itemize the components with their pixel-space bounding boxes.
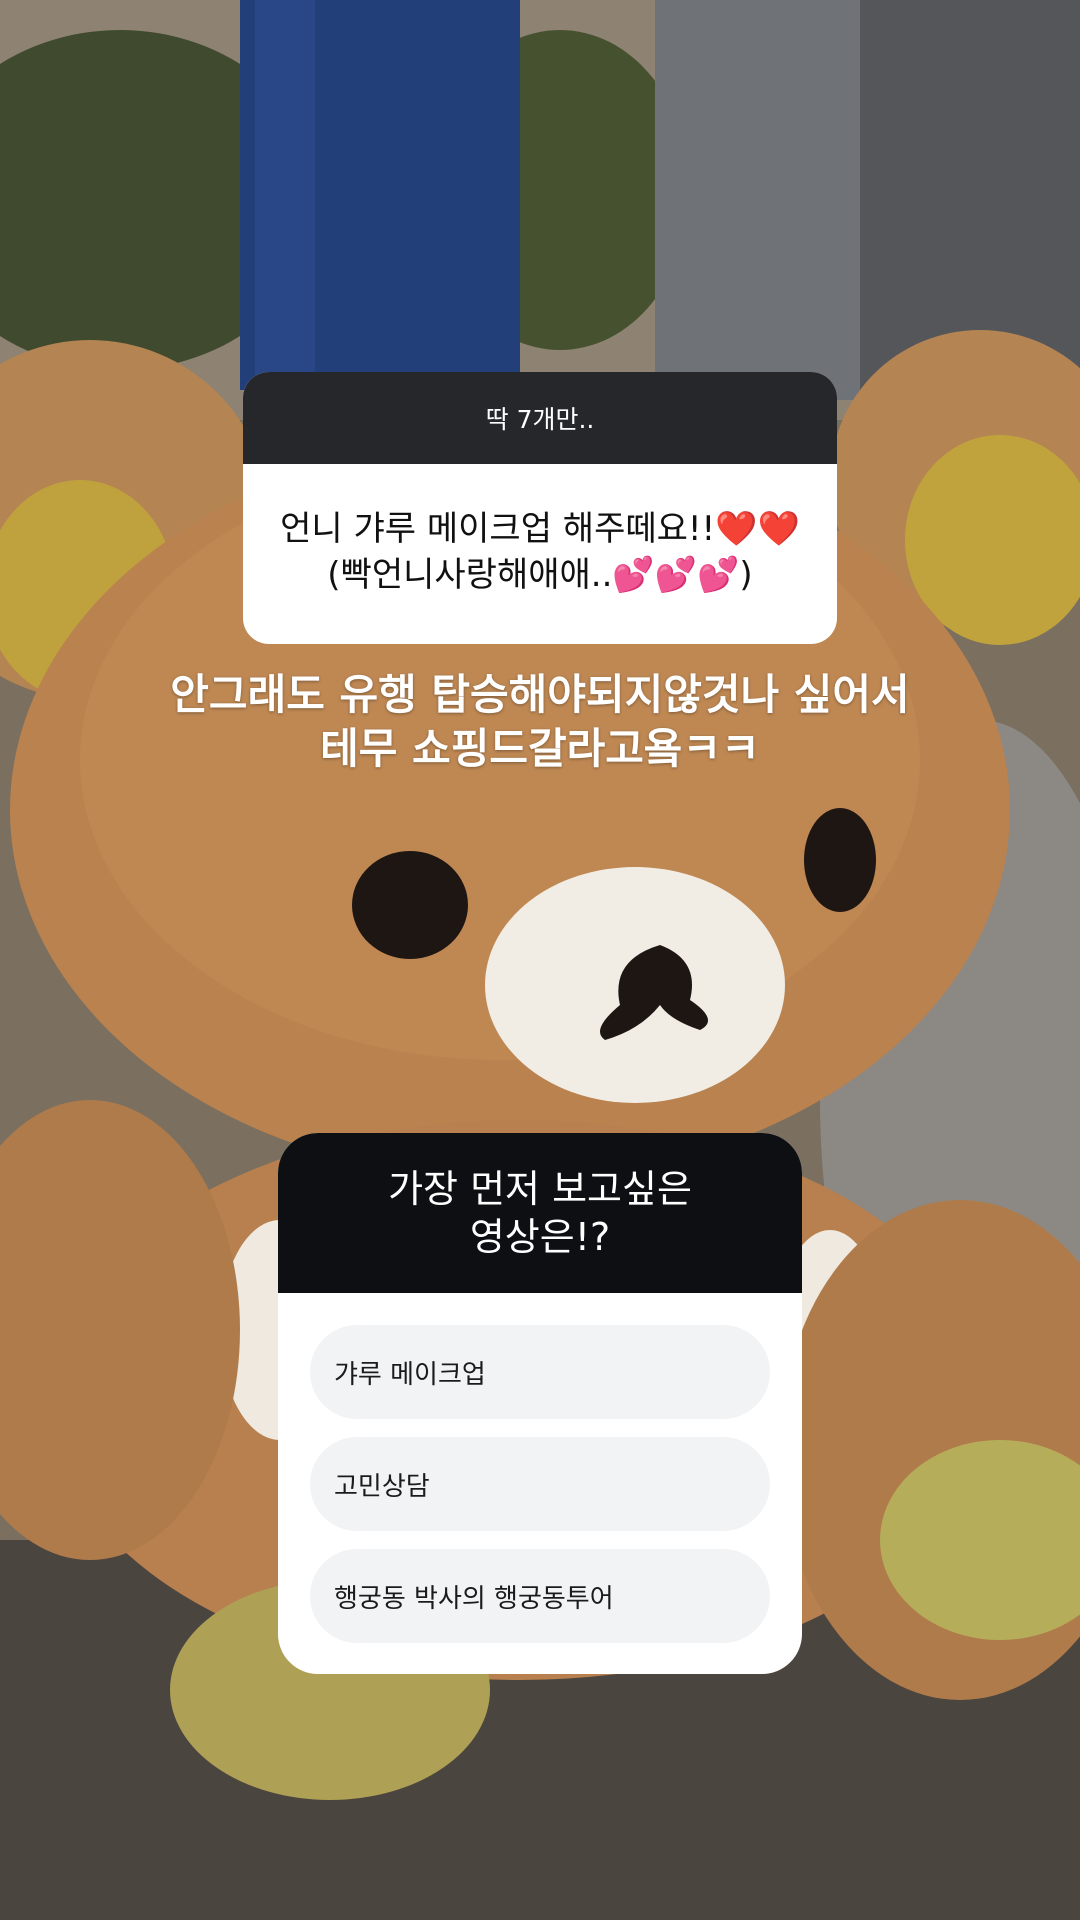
question-answer: 언니 갸루 메이크업 해주떼요!!❤️❤️ (빡언니사랑해애애..💕💕💕) [243,464,837,644]
quiz-option-label: 고민상담 [334,1471,430,1502]
question-sticker: 딱 7개만.. 언니 갸루 메이크업 해주떼요!!❤️❤️ (빡언니사랑해애애.… [243,372,837,644]
quiz-option-label: 갸루 메이크업 [334,1359,486,1390]
quiz-title-line-2: 영상은!? [469,1215,611,1259]
caption-line-2: 테무 쇼핑드갈라고욬ㅋㅋ [320,724,760,773]
question-answer-line-2: (빡언니사랑해애애..💕💕💕) [327,555,753,595]
question-prompt: 딱 7개만.. [243,372,837,464]
quiz-option-counseling[interactable]: 고민상담 [310,1437,770,1531]
quiz-sticker: 가장 먼저 보고싶은 영상은!? 갸루 메이크업 고민상담 행궁동 박사의 행궁… [278,1133,802,1674]
caption-line-1: 안그래도 유행 탑승해야되지않것나 싶어서 [170,670,910,719]
story-caption: 안그래도 유행 탑승해야되지않것나 싶어서 테무 쇼핑드갈라고욬ㅋㅋ [0,668,1080,776]
question-answer-line-1: 언니 갸루 메이크업 해주떼요!!❤️❤️ [280,509,800,549]
quiz-option-haenggung-tour[interactable]: 행궁동 박사의 행궁동투어 [310,1549,770,1643]
quiz-option-gyaru-makeup[interactable]: 갸루 메이크업 [310,1325,770,1419]
quiz-title-line-1: 가장 먼저 보고싶은 [388,1167,692,1211]
story-screen: 딱 7개만.. 언니 갸루 메이크업 해주떼요!!❤️❤️ (빡언니사랑해애애.… [0,0,1080,1920]
quiz-options-list: 갸루 메이크업 고민상담 행궁동 박사의 행궁동투어 [278,1293,802,1643]
quiz-option-label: 행궁동 박사의 행궁동투어 [334,1583,614,1614]
quiz-title: 가장 먼저 보고싶은 영상은!? [278,1133,802,1293]
